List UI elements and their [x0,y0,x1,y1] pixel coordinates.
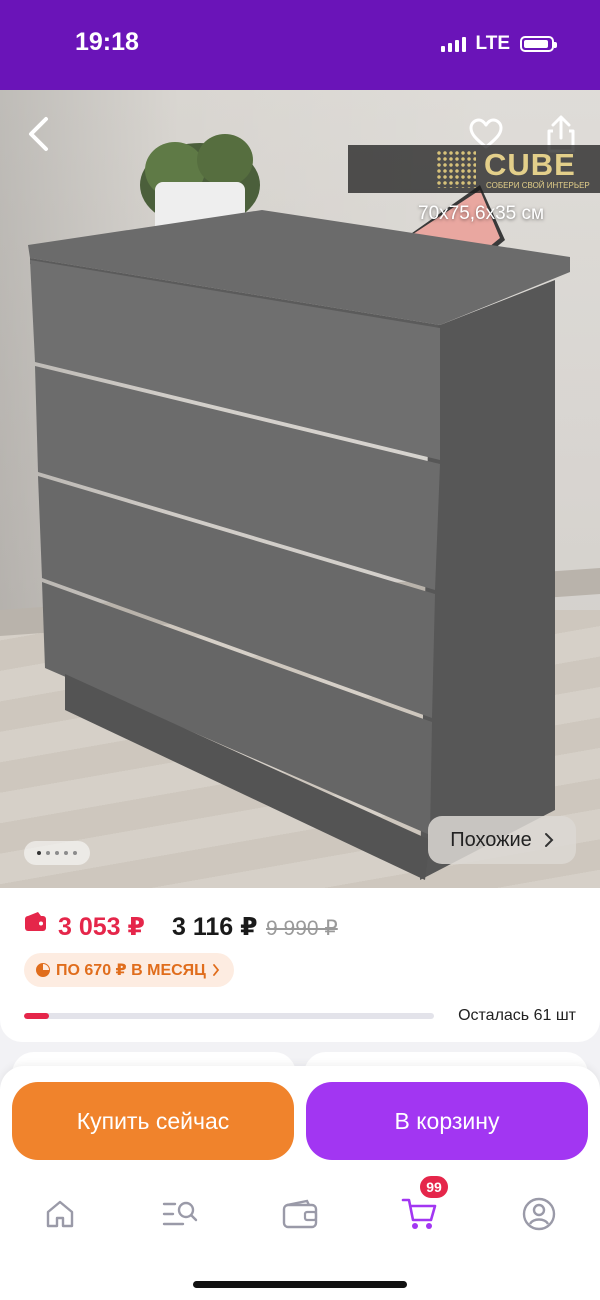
brand-pattern [436,150,476,188]
home-indicator [193,1281,407,1288]
home-icon [46,1200,74,1228]
regular-price: 3 116 ₽ [172,913,258,941]
brand-tagline: СОБЕРИ СВОЙ ИНТЕРЬЕР [486,181,590,190]
add-to-cart-button[interactable]: В корзину [306,1082,588,1160]
tab-wallet[interactable] [270,1184,330,1244]
stock-remaining: Осталась 61 шт [458,1007,576,1024]
status-time: 19:18 [75,28,139,56]
page-dot [37,851,41,855]
stock-progress-bar [24,1013,434,1019]
tab-bar: 99 [0,1174,600,1244]
chevron-right-icon [212,964,220,976]
cart-icon [401,1198,437,1229]
back-icon[interactable] [26,116,52,159]
pie-chart-icon [36,963,50,977]
catalog-search-icon [162,1201,198,1226]
page-dot [46,851,50,855]
brand-name: CUBE [484,147,576,182]
similar-button[interactable]: Похожие [428,816,576,864]
image-page-indicator [24,841,90,865]
signal-icon [440,36,466,52]
page-dot [64,851,68,855]
tab-home[interactable] [30,1184,90,1244]
similar-button-label: Похожие [450,828,532,851]
status-bar: 19:18 LTE [0,0,600,90]
tab-catalog[interactable] [150,1184,210,1244]
profile-icon [522,1197,556,1231]
installment-badge[interactable]: ПО 670 ₽ В МЕСЯЦ [24,953,234,987]
tab-profile[interactable] [509,1184,569,1244]
buy-now-button[interactable]: Купить сейчас [12,1082,294,1160]
old-price: 9 990 ₽ [266,917,338,940]
page-dot [55,851,59,855]
wallet-price: 3 053 ₽ [58,913,145,941]
installment-label: ПО 670 ₽ В МЕСЯЦ [56,962,206,979]
wallet-icon [25,912,46,931]
network-label: LTE [475,33,510,54]
product-dimensions: 70x75,6x35 см [418,203,545,224]
brand-logo: CUBE СОБЕРИ СВОЙ ИНТЕРЬЕР [348,145,600,193]
status-indicators: LTE [440,33,557,55]
stock-progress-fill [24,1013,49,1019]
product-image-gallery[interactable]: CUBE СОБЕРИ СВОЙ ИНТЕРЬЕР 70x75,6x35 см … [0,90,600,888]
chevron-right-icon [544,833,554,847]
price-card: 3 053 ₽ 3 116 ₽ 9 990 ₽ ПО 670 ₽ В МЕСЯЦ… [0,888,600,1042]
cart-count-badge: 99 [418,1174,450,1200]
battery-icon [520,36,557,52]
wallet-icon [282,1199,318,1229]
page-dot [73,851,77,855]
bottom-action-bar: Купить сейчас В корзину 99 [0,1066,600,1300]
